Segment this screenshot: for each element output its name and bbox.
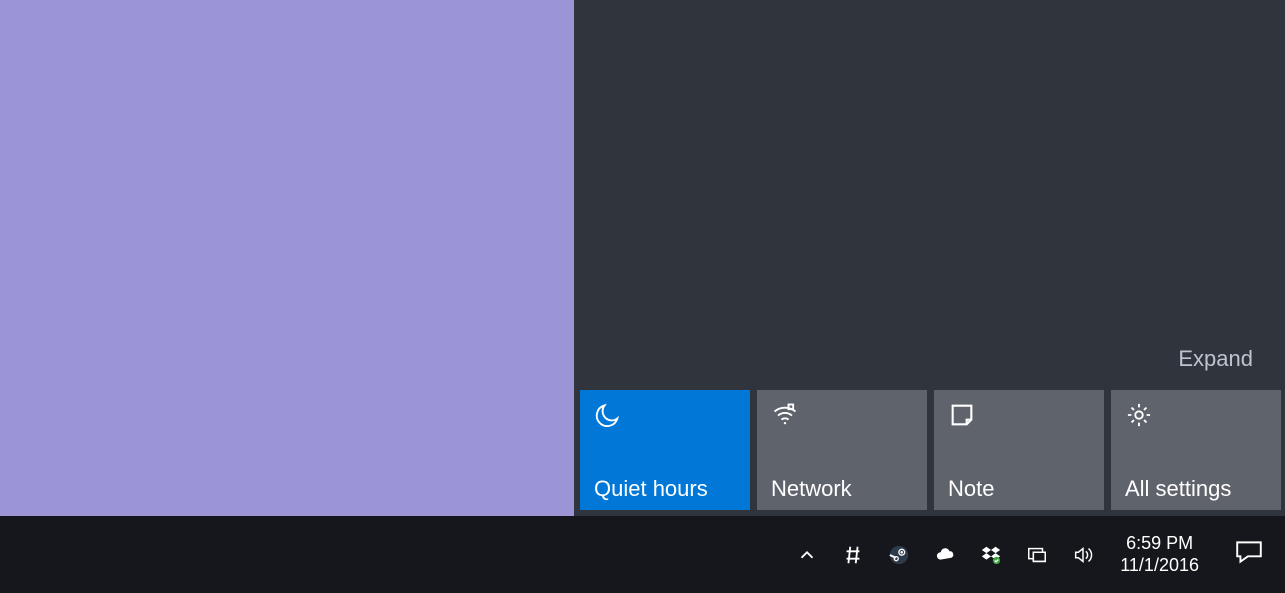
taskbar: 6:59 PM 11/1/2016 bbox=[0, 516, 1285, 593]
notification-icon bbox=[1234, 539, 1264, 570]
desktop-background[interactable] bbox=[0, 0, 574, 516]
action-center-panel: Expand Quiet hours Network bbox=[574, 0, 1285, 516]
moon-icon bbox=[594, 400, 624, 430]
taskbar-time: 6:59 PM bbox=[1120, 533, 1199, 555]
action-center-button[interactable] bbox=[1213, 516, 1285, 593]
system-tray: 6:59 PM 11/1/2016 bbox=[784, 516, 1285, 593]
speaker-icon[interactable] bbox=[1060, 516, 1106, 593]
tile-note[interactable]: Note bbox=[934, 390, 1104, 510]
hash-icon[interactable] bbox=[830, 516, 876, 593]
quick-action-tiles: Quiet hours Network Note bbox=[574, 390, 1285, 516]
tile-label: Quiet hours bbox=[594, 478, 738, 500]
expand-link[interactable]: Expand bbox=[1178, 346, 1253, 371]
dropbox-icon[interactable] bbox=[968, 516, 1014, 593]
tile-quiet-hours[interactable]: Quiet hours bbox=[580, 390, 750, 510]
tile-label: All settings bbox=[1125, 478, 1269, 500]
taskbar-date: 11/1/2016 bbox=[1120, 555, 1199, 577]
wifi-icon bbox=[771, 400, 801, 430]
taskbar-clock[interactable]: 6:59 PM 11/1/2016 bbox=[1106, 533, 1213, 576]
onedrive-icon[interactable] bbox=[922, 516, 968, 593]
monitor-icon[interactable] bbox=[1014, 516, 1060, 593]
tile-label: Note bbox=[948, 478, 1092, 500]
note-icon bbox=[948, 400, 978, 430]
action-center-notifications-area bbox=[574, 0, 1285, 346]
tile-network[interactable]: Network bbox=[757, 390, 927, 510]
tile-all-settings[interactable]: All settings bbox=[1111, 390, 1281, 510]
tile-label: Network bbox=[771, 478, 915, 500]
steam-icon[interactable] bbox=[876, 516, 922, 593]
chevron-up-icon[interactable] bbox=[784, 516, 830, 593]
gear-icon bbox=[1125, 400, 1155, 430]
